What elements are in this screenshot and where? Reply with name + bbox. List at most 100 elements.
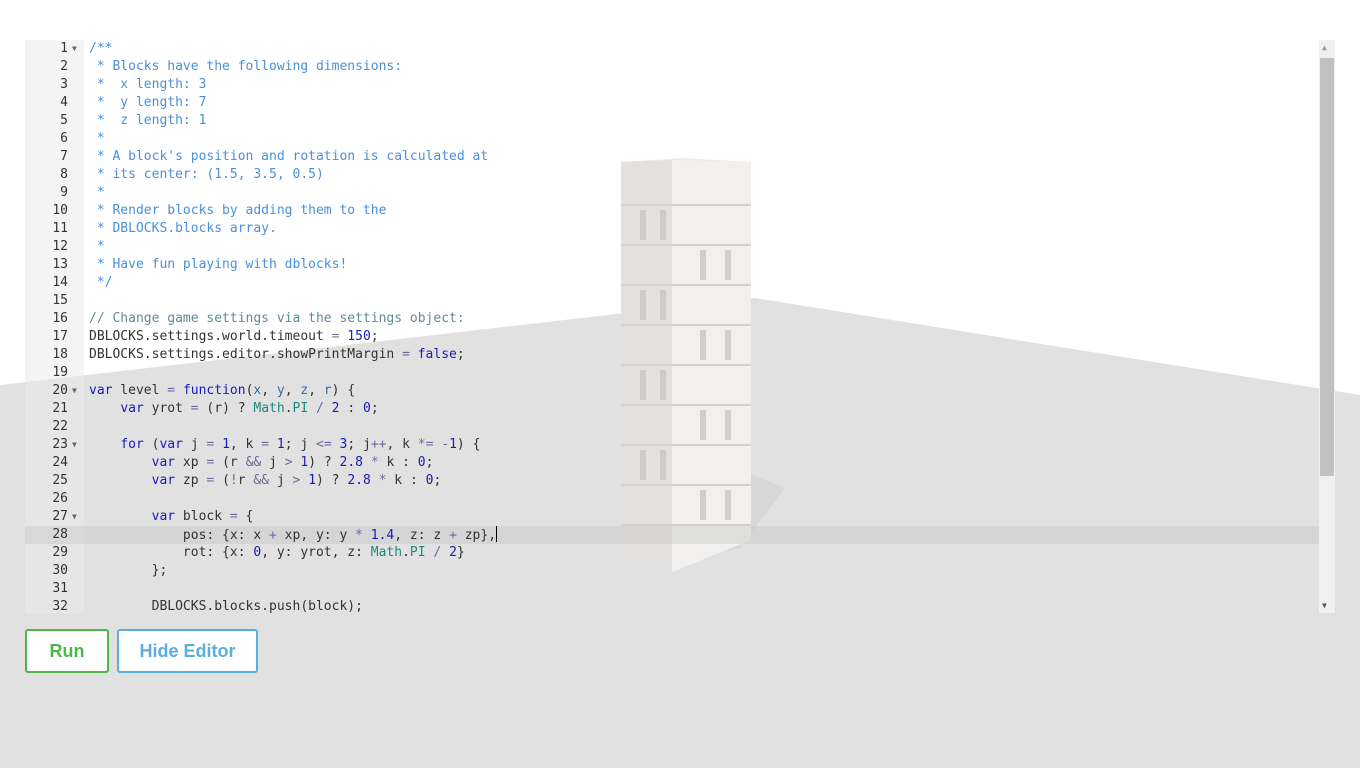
code-token: && (245, 455, 262, 470)
code-line[interactable]: 10 * Render blocks by adding them to the (25, 202, 1320, 220)
code-line[interactable]: 30 }; (25, 562, 1320, 580)
code-editor[interactable]: 1 ▼/** 2 * Blocks have the following dimen… (25, 40, 1335, 613)
code-token: j (182, 437, 207, 452)
code-line[interactable]: 11 * DBLOCKS.blocks array. (25, 220, 1320, 238)
code-token: * x length: 3 (89, 77, 207, 92)
hide-editor-button[interactable]: Hide Editor (117, 629, 258, 673)
code-token: xp, y: y (276, 528, 356, 543)
code-text: rot: {x: 0, y: yrot, z: Math.PI / 2} (89, 544, 465, 562)
code-line[interactable]: 32 DBLOCKS.blocks.push(block); (25, 598, 1320, 613)
code-line[interactable]: 18 DBLOCKS.settings.editor.showPrintMargi… (25, 346, 1320, 364)
line-number: 14 (52, 275, 68, 290)
code-line[interactable]: 5 * z length: 1 (25, 112, 1320, 130)
code-line[interactable]: 28 pos: {x: x + xp, y: y * 1.4, z: z + z… (25, 526, 1320, 544)
code-token: = (402, 347, 410, 362)
code-line[interactable]: 22 (25, 418, 1320, 436)
code-line[interactable]: 26 (25, 490, 1320, 508)
code-token: */ (89, 275, 113, 290)
line-number: 27 (52, 509, 68, 524)
code-line[interactable]: 15 (25, 292, 1320, 310)
code-text: DBLOCKS.settings.editor.showPrintMargin … (89, 346, 465, 364)
code-line[interactable]: 14 */ (25, 274, 1320, 292)
code-line[interactable]: 1 ▼ /** (25, 40, 1320, 58)
code-line[interactable]: 23 ▼ for (var j = 1, k = 1; j <= 3; j++, … (25, 436, 1320, 454)
code-token: ; (370, 329, 379, 344)
line-number: 15 (52, 293, 68, 308)
code-token: ( (143, 437, 160, 452)
code-line[interactable]: 17 DBLOCKS.settings.world.timeout = 150; (25, 328, 1320, 346)
line-number: 22 (52, 419, 68, 434)
code-text: */ (89, 274, 113, 292)
code-token: rot: {x: (89, 545, 254, 560)
code-line[interactable]: 31 (25, 580, 1320, 598)
code-token: { (237, 509, 254, 524)
scrollbar-thumb[interactable] (1320, 58, 1334, 476)
code-text: * A block's position and rotation is cal… (89, 148, 488, 166)
line-number: 4 (60, 95, 68, 110)
code-line[interactable]: 21 var yrot = (r) ? Math.PI / 2 : 0; (25, 400, 1320, 418)
fold-arrow-icon[interactable]: ▼ (72, 508, 77, 526)
code-line[interactable]: 27 ▼ var block = { (25, 508, 1320, 526)
code-text: var yrot = (r) ? Math.PI / 2 : 0; (89, 400, 378, 418)
code-token: ++ (370, 437, 387, 452)
code-token: 1 (449, 437, 457, 452)
code-token: ; (425, 455, 434, 470)
code-line[interactable]: 24 var xp = (r && j > 1) ? 2.8 * k : 0; (25, 454, 1320, 472)
code-line[interactable]: 20 ▼ var level = function(x, y, z, r) { (25, 382, 1320, 400)
scroll-up-icon[interactable]: ▲ (1322, 43, 1327, 52)
code-token: * Render blocks by adding them to the (89, 203, 387, 218)
code-line[interactable]: 13 * Have fun playing with dblocks! (25, 256, 1320, 274)
code-token: , k (229, 437, 262, 452)
code-token: + (449, 528, 457, 543)
code-line[interactable]: 29 rot: {x: 0, y: yrot, z: Math.PI / 2} (25, 544, 1320, 562)
code-token: * (355, 528, 363, 543)
line-number: 3 (60, 77, 68, 92)
code-token: , (308, 383, 324, 398)
scroll-down-icon[interactable]: ▼ (1322, 601, 1327, 610)
code-line[interactable]: 6 * (25, 130, 1320, 148)
code-line[interactable]: 12 * (25, 238, 1320, 256)
code-text: * x length: 3 (89, 76, 207, 94)
code-token: 1 (222, 437, 230, 452)
code-token: , y: yrot, z: (261, 545, 371, 560)
code-line[interactable]: 25 var zp = (!r && j > 1) ? 2.8 * k : 0; (25, 472, 1320, 490)
code-token: DBLOCKS.blocks.push(block); (89, 599, 363, 613)
editor-scrollbar[interactable]: ▲ ▼ (1319, 40, 1335, 613)
code-line[interactable]: 3 * x length: 3 (25, 76, 1320, 94)
code-token: + (269, 528, 277, 543)
code-token: } (456, 545, 465, 560)
line-number: 8 (60, 167, 68, 182)
code-line[interactable]: 4 * y length: 7 (25, 94, 1320, 112)
run-button[interactable]: Run (25, 629, 109, 673)
fold-arrow-icon[interactable]: ▼ (72, 436, 77, 454)
code-text: }; (89, 562, 168, 580)
code-line[interactable]: 19 (25, 364, 1320, 382)
code-token: * its center: (1.5, 3.5, 0.5) (89, 167, 324, 182)
fold-arrow-icon[interactable]: ▼ (72, 382, 77, 400)
code-token: ; j (347, 437, 371, 452)
code-token: && (253, 473, 270, 488)
code-line[interactable]: 16 // Change game settings via the settin… (25, 310, 1320, 328)
code-token: r (323, 383, 332, 398)
code-token: . (402, 545, 410, 560)
code-token: = (261, 437, 270, 452)
code-text: * DBLOCKS.blocks array. (89, 220, 277, 238)
code-text: for (var j = 1, k = 1; j <= 3; j++, k *=… (89, 436, 480, 454)
code-token: ; (433, 473, 442, 488)
code-line[interactable]: 8 * its center: (1.5, 3.5, 0.5) (25, 166, 1320, 184)
code-line[interactable]: 9 * (25, 184, 1320, 202)
code-token: j (269, 473, 293, 488)
code-text: * z length: 1 (89, 112, 207, 130)
code-line[interactable]: 7 * A block's position and rotation is c… (25, 148, 1320, 166)
code-text: * (89, 238, 105, 256)
fold-arrow-icon[interactable]: ▼ (72, 40, 77, 58)
code-token: * (89, 185, 105, 200)
code-token: xp (175, 455, 207, 470)
code-token: 2 (449, 545, 457, 560)
code-line[interactable]: 2 * Blocks have the following dimensions… (25, 58, 1320, 76)
